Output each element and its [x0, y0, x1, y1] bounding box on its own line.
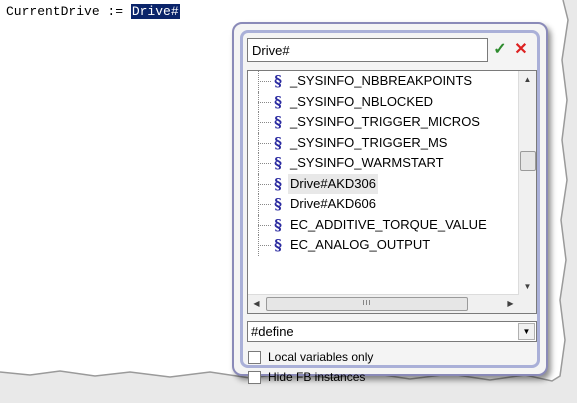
chevron-down-icon[interactable]: ▼ — [518, 323, 535, 340]
tree-item[interactable]: § EC_ANALOG_OUTPUT — [248, 235, 516, 256]
tree-connector-horizontal — [258, 81, 271, 82]
hide-fb-checkbox-box[interactable] — [248, 371, 261, 384]
section-sign-icon: § — [274, 236, 282, 254]
tree-connector-horizontal — [258, 245, 271, 246]
tree-item-label: _SYSINFO_WARMSTART — [290, 155, 444, 170]
tree-item-label: _SYSINFO_NBLOCKED — [290, 93, 434, 109]
tree-connector-horizontal — [258, 224, 271, 226]
section-sign-icon: § — [274, 195, 282, 213]
confirm-button[interactable]: ✓ — [490, 38, 510, 62]
tree-item-label: _SYSINFO_NBBREAKPOINTS — [290, 73, 473, 88]
vertical-scrollbar[interactable]: ▲ ▼ — [518, 71, 536, 295]
horizontal-scrollbar[interactable]: ◀ III ▶ — [248, 294, 519, 313]
scroll-down-arrow-icon[interactable]: ▼ — [519, 278, 536, 295]
tree-connector-horizontal — [258, 142, 271, 144]
section-sign-icon: § — [274, 92, 282, 111]
tree-item[interactable]: § Drive#AKD606 — [248, 194, 516, 215]
horizontal-scroll-thumb[interactable]: III — [266, 297, 468, 311]
local-variables-label: Local variables only — [268, 350, 374, 364]
scroll-left-arrow-icon[interactable]: ◀ — [248, 295, 265, 313]
section-sign-icon: § — [274, 215, 282, 234]
symbol-tree[interactable]: § _SYSINFO_NBBREAKPOINTS § _SYSINFO_NBLOCKE… — [247, 70, 537, 314]
tree-connector-horizontal — [258, 183, 271, 185]
tree-connector-horizontal — [258, 204, 271, 205]
tree-item-label: _SYSINFO_TRIGGER_MS — [290, 134, 448, 150]
tree-item-label: Drive#AKD606 — [290, 196, 376, 211]
check-icon: ✓ — [493, 41, 507, 58]
section-sign-icon: § — [274, 133, 282, 152]
type-filter-value: #define — [251, 324, 294, 339]
code-line[interactable]: CurrentDrive := Drive# — [6, 4, 180, 20]
tree-item[interactable]: § _SYSINFO_NBBREAKPOINTS — [248, 71, 516, 92]
code-text: CurrentDrive := — [6, 4, 131, 19]
scroll-corner — [519, 295, 536, 313]
close-icon: ✕ — [514, 41, 528, 58]
tree-item[interactable]: § _SYSINFO_WARMSTART — [248, 153, 516, 174]
tree-item[interactable]: § _SYSINFO_NBLOCKED — [248, 91, 516, 112]
section-sign-icon: § — [274, 72, 282, 90]
tree-item[interactable]: § _SYSINFO_TRIGGER_MICROS — [248, 112, 516, 133]
tree-item-label: Drive#AKD306 — [288, 173, 378, 194]
tree-connector-horizontal — [258, 122, 271, 123]
tree-connector-horizontal — [258, 101, 271, 103]
vertical-scroll-thumb[interactable] — [520, 151, 536, 171]
search-input[interactable] — [247, 38, 488, 62]
hide-fb-label: Hide FB instances — [268, 370, 366, 384]
scroll-up-arrow-icon[interactable]: ▲ — [519, 71, 536, 88]
tree-items: § _SYSINFO_NBBREAKPOINTS § _SYSINFO_NBLOCKE… — [248, 71, 516, 256]
scroll-right-arrow-icon[interactable]: ▶ — [502, 295, 519, 313]
local-variables-checkbox-box[interactable] — [248, 351, 261, 364]
cancel-button[interactable]: ✕ — [511, 38, 531, 62]
selected-text: Drive# — [130, 4, 180, 19]
section-sign-icon: § — [274, 154, 282, 172]
tree-connector-horizontal — [258, 163, 271, 164]
section-sign-icon: § — [274, 113, 282, 131]
autocomplete-popup: ✓ ✕ § _SYSINFO_NBBREAKPOINTS § _SYSINFO_NBL… — [232, 22, 548, 384]
tree-item[interactable]: § _SYSINFO_TRIGGER_MS — [248, 132, 516, 153]
tree-item[interactable]: § Drive#AKD306 — [248, 173, 516, 194]
tree-item-label: EC_ADDITIVE_TORQUE_VALUE — [290, 216, 487, 232]
type-filter-select[interactable]: #define ▼ — [247, 321, 537, 342]
tree-item-label: _SYSINFO_TRIGGER_MICROS — [290, 114, 480, 129]
tree-item[interactable]: § EC_ADDITIVE_TORQUE_VALUE — [248, 214, 516, 235]
tree-item-label: EC_ANALOG_OUTPUT — [290, 237, 431, 252]
section-sign-icon: § — [274, 174, 282, 193]
